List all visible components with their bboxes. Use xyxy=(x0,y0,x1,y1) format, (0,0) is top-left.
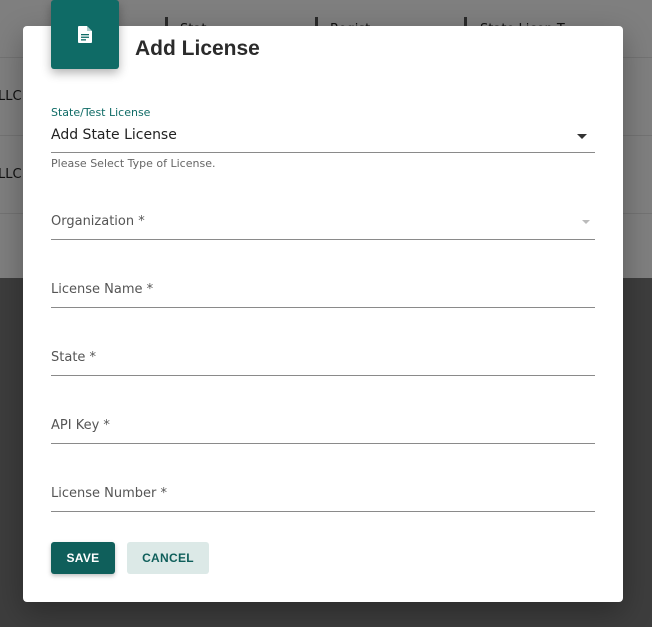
license-type-underline xyxy=(51,152,595,153)
license-name-field[interactable]: License Name * xyxy=(51,279,595,309)
organization-underline xyxy=(51,239,595,240)
dropdown-arrow-icon xyxy=(577,134,587,139)
state-underline xyxy=(51,375,595,376)
license-type-select[interactable]: State/Test License Add State License Ple… xyxy=(51,106,595,171)
save-button[interactable]: SAVE xyxy=(51,542,115,574)
license-number-label: License Number * xyxy=(51,486,167,501)
license-type-label: State/Test License xyxy=(51,106,151,119)
dialog-title: Add License xyxy=(135,37,260,60)
license-type-helper-text: Please Select Type of License. xyxy=(51,157,216,170)
organization-label: Organization * xyxy=(51,214,145,229)
add-license-dialog: Add License State/Test License Add State… xyxy=(23,0,623,602)
license-name-underline xyxy=(51,307,595,308)
document-icon xyxy=(78,26,92,43)
organization-select[interactable]: Organization * xyxy=(51,211,595,241)
license-number-underline xyxy=(51,511,595,512)
license-type-value: Add State License xyxy=(51,127,177,143)
license-number-field[interactable]: License Number * xyxy=(51,483,595,513)
license-name-label: License Name * xyxy=(51,282,154,297)
state-field[interactable]: State * xyxy=(51,347,595,377)
cancel-button[interactable]: CANCEL xyxy=(127,542,209,574)
api-key-label: API Key * xyxy=(51,418,110,433)
header-icon-box xyxy=(51,0,119,69)
state-label: State * xyxy=(51,350,97,365)
api-key-underline xyxy=(51,443,595,444)
dropdown-arrow-icon xyxy=(582,220,590,224)
api-key-field[interactable]: API Key * xyxy=(51,415,595,445)
